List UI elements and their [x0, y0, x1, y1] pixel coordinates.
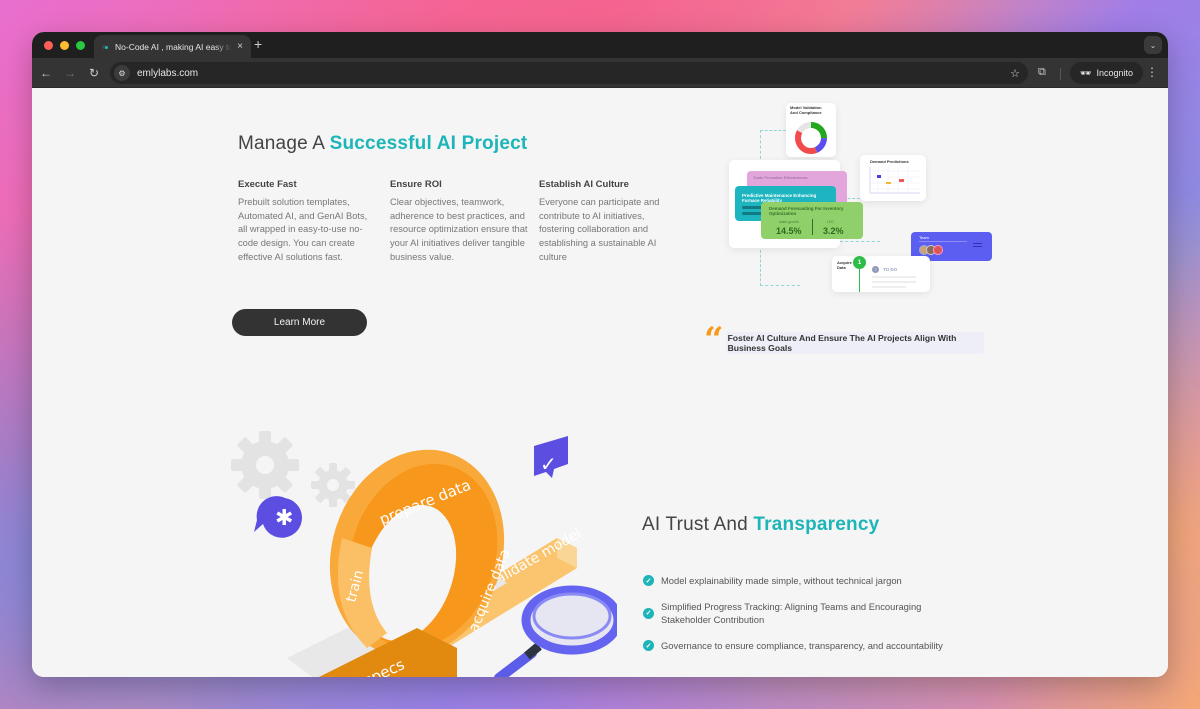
- tab-search-button[interactable]: ⌄: [1144, 36, 1162, 54]
- placeholder-bar: [872, 286, 906, 288]
- bookmark-star-icon[interactable]: ☆: [1010, 67, 1020, 80]
- tab-title: No-Code AI , making AI easy to use: [115, 41, 233, 52]
- card-label: Trade Promotion Effectiveness: [753, 175, 808, 180]
- new-tab-button[interactable]: +: [254, 37, 262, 51]
- checklist-text: Governance to ensure compliance, transpa…: [661, 640, 943, 652]
- placeholder-bar: [919, 241, 967, 242]
- maximize-window-button[interactable]: [76, 41, 85, 50]
- site-info-icon[interactable]: ⚙: [114, 65, 130, 81]
- metric-label: sales growth: [779, 220, 799, 224]
- ml-lifecycle-illustration: ✱ ✓ validate model prepare data train ac…: [231, 431, 617, 677]
- svg-text:✓: ✓: [540, 452, 557, 476]
- question-icon: ?: [872, 266, 879, 273]
- todo-label: TO DO: [883, 267, 898, 272]
- incognito-icon: 🕶: [1080, 67, 1092, 78]
- section-title-manage: Manage A Successful AI Project: [238, 133, 527, 155]
- title-plain: Manage A: [238, 133, 330, 154]
- browser-window: No-Code AI , making AI easy to use × + ⌄…: [32, 32, 1168, 677]
- toolbar-divider: [1060, 68, 1061, 80]
- back-button[interactable]: ←: [34, 66, 58, 80]
- team-avatars: [919, 245, 943, 255]
- title-accent: Successful AI Project: [329, 133, 528, 154]
- reload-button[interactable]: ↻: [82, 66, 106, 80]
- scatter-mini-chart: [869, 167, 920, 194]
- step-line: [859, 269, 860, 292]
- extensions-icon[interactable]: ⧉: [1038, 66, 1046, 79]
- scatter-point: [899, 179, 904, 182]
- quote-callout: “ Foster AI Culture And Ensure The AI Pr…: [704, 320, 984, 360]
- placeholder-bar: [872, 281, 916, 283]
- metric-value: 3.2%: [823, 226, 844, 236]
- checklist-item: ✓ Model explainability made simple, with…: [643, 574, 973, 588]
- title-plain: AI Trust And: [642, 514, 754, 535]
- scatter-point: [877, 175, 881, 178]
- demand-predictions-card: Demand Predictions: [860, 155, 926, 201]
- step-badge: 1: [853, 256, 866, 269]
- acquire-data-card: Acquire Data 1 ? TO DO: [832, 256, 930, 292]
- checklist-item: ✓ Governance to ensure compliance, trans…: [643, 639, 973, 653]
- feature-ensure-roi: Ensure ROI Clear objectives, teamwork, a…: [390, 179, 530, 265]
- title-accent: Transparency: [753, 514, 880, 535]
- feature-body: Clear objectives, teamwork, adherence to…: [390, 197, 528, 262]
- checklist-text: Model explainability made simple, withou…: [661, 575, 902, 586]
- connector-line: [760, 250, 800, 286]
- connector-line: [840, 241, 880, 242]
- metric-divider: [812, 219, 813, 235]
- gear-icon: [231, 431, 299, 499]
- page-content: Manage A Successful AI Project Execute F…: [32, 88, 1168, 677]
- card-label: Demand Predictions: [870, 159, 909, 164]
- close-window-button[interactable]: [44, 41, 53, 50]
- quote-text: Foster AI Culture And Ensure The AI Proj…: [725, 332, 984, 354]
- card-label: Acquire Data: [837, 260, 852, 270]
- metric-value: 14.5%: [776, 226, 802, 236]
- window-controls: [44, 41, 85, 50]
- puzzle-chat-icon: ✱: [254, 496, 303, 538]
- check-circle-icon: ✓: [643, 640, 654, 652]
- checklist-item: ✓ Simplified Progress Tracking: Aligning…: [643, 600, 973, 627]
- feature-heading: Execute Fast: [238, 179, 297, 190]
- minimize-window-button[interactable]: [60, 41, 69, 50]
- feature-heading: Establish AI Culture: [539, 179, 629, 190]
- address-bar[interactable]: ⚙ emlylabs.com ☆: [110, 62, 1028, 84]
- checklist-text: Simplified Progress Tracking: Aligning T…: [661, 600, 922, 626]
- feature-ai-culture: Establish AI Culture Everyone can partic…: [539, 179, 679, 265]
- section-title-trust: AI Trust And Transparency: [642, 514, 879, 536]
- donut-chart: [795, 122, 827, 154]
- active-tab[interactable]: No-Code AI , making AI easy to use ×: [94, 35, 251, 58]
- browser-toolbar: ← → ↻ ⚙ emlylabs.com ☆ ⧉ 🕶 Incognito ⋮: [32, 58, 1168, 88]
- demand-forecasting-card: Demand Forecasting For Inventory Optimiz…: [761, 202, 863, 239]
- feature-body: Everyone can participate and contribute …: [539, 197, 660, 262]
- trust-checklist: ✓ Model explainability made simple, with…: [643, 574, 973, 665]
- card-label: Team: [919, 235, 929, 240]
- feature-execute-fast: Execute Fast Prebuilt solution templates…: [238, 179, 378, 265]
- feature-body: Prebuilt solution templates, Automated A…: [238, 197, 368, 262]
- checkmark-chat-icon: ✓: [534, 436, 568, 478]
- tab-close-icon[interactable]: ×: [237, 41, 243, 52]
- incognito-label: Incognito: [1096, 68, 1133, 78]
- browser-menu-icon[interactable]: ⋮: [1146, 65, 1158, 79]
- quote-icon: “: [704, 320, 724, 360]
- check-circle-icon: ✓: [643, 575, 654, 587]
- model-validation-card: Model Validation And Compliance: [786, 103, 836, 157]
- feature-heading: Ensure ROI: [390, 179, 442, 190]
- check-circle-icon: ✓: [643, 607, 654, 619]
- avatar: [933, 245, 943, 255]
- url-text[interactable]: emlylabs.com: [137, 68, 198, 79]
- menu-line: [973, 243, 982, 244]
- card-label: Model Validation And Compliance: [790, 105, 822, 115]
- metric-label: LDC: [827, 220, 835, 224]
- incognito-indicator[interactable]: 🕶 Incognito: [1070, 62, 1143, 84]
- menu-line: [973, 246, 982, 247]
- svg-text:✱: ✱: [275, 506, 293, 531]
- tab-bar: No-Code AI , making AI easy to use × + ⌄: [32, 32, 1168, 58]
- forward-button[interactable]: →: [58, 66, 82, 80]
- favicon-icon: [102, 43, 110, 51]
- placeholder-bar: [872, 276, 916, 278]
- card-label: Demand Forecasting For Inventory Optimiz…: [769, 206, 844, 216]
- scatter-point: [886, 182, 891, 184]
- learn-more-button[interactable]: Learn More: [232, 309, 367, 336]
